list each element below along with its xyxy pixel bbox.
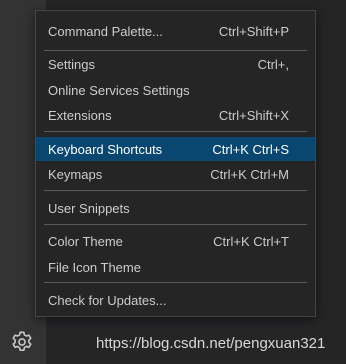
- menu-item-label: Command Palette...: [48, 23, 163, 39]
- menu-item-label: Keymaps: [48, 166, 103, 182]
- menu-item-keyboard-shortcuts[interactable]: Keyboard Shortcuts Ctrl+K Ctrl+S: [36, 137, 315, 161]
- menu-item-label: Check for Updates...: [48, 292, 167, 308]
- menu-item-color-theme[interactable]: Color Theme Ctrl+K Ctrl+T: [36, 229, 315, 253]
- watermark-text: https://blog.csdn.net/pengxuan321: [96, 335, 326, 352]
- menu-item-shortcut: Ctrl+K Ctrl+M: [210, 166, 289, 182]
- menu-separator: [44, 50, 307, 51]
- menu-item-label: Extensions: [48, 107, 112, 123]
- gear-icon[interactable]: [9, 329, 35, 355]
- menu-item-extensions[interactable]: Extensions Ctrl+Shift+X: [36, 103, 315, 127]
- menu-item-label: User Snippets: [48, 200, 130, 216]
- menu-item-label: File Icon Theme: [48, 259, 141, 275]
- menu-item-command-palette[interactable]: Command Palette... Ctrl+Shift+P: [36, 19, 315, 43]
- manage-context-menu: Command Palette... Ctrl+Shift+P Settings…: [35, 10, 316, 317]
- menu-item-shortcut: Ctrl+Shift+X: [218, 107, 289, 123]
- menu-item-label: Keyboard Shortcuts: [48, 141, 163, 157]
- menu-separator: [44, 131, 307, 132]
- menu-item-file-icon-theme[interactable]: File Icon Theme: [36, 255, 315, 279]
- menu-item-label: Settings: [48, 56, 95, 72]
- menu-item-shortcut: Ctrl+Shift+P: [218, 23, 289, 39]
- menu-item-label: Online Services Settings: [48, 82, 190, 98]
- menu-item-online-services-settings[interactable]: Online Services Settings: [36, 78, 315, 102]
- menu-item-settings[interactable]: Settings Ctrl+,: [36, 52, 315, 76]
- menu-item-keymaps[interactable]: Keymaps Ctrl+K Ctrl+M: [36, 162, 315, 186]
- menu-item-shortcut: Ctrl+,: [257, 56, 289, 72]
- menu-separator: [44, 190, 307, 191]
- menu-separator: [44, 282, 307, 283]
- menu-item-check-for-updates[interactable]: Check for Updates...: [36, 288, 315, 312]
- menu-item-user-snippets[interactable]: User Snippets: [36, 196, 315, 220]
- menu-item-shortcut: Ctrl+K Ctrl+S: [212, 141, 289, 157]
- menu-separator: [44, 224, 307, 225]
- menu-item-label: Color Theme: [48, 233, 123, 249]
- menu-item-shortcut: Ctrl+K Ctrl+T: [213, 233, 289, 249]
